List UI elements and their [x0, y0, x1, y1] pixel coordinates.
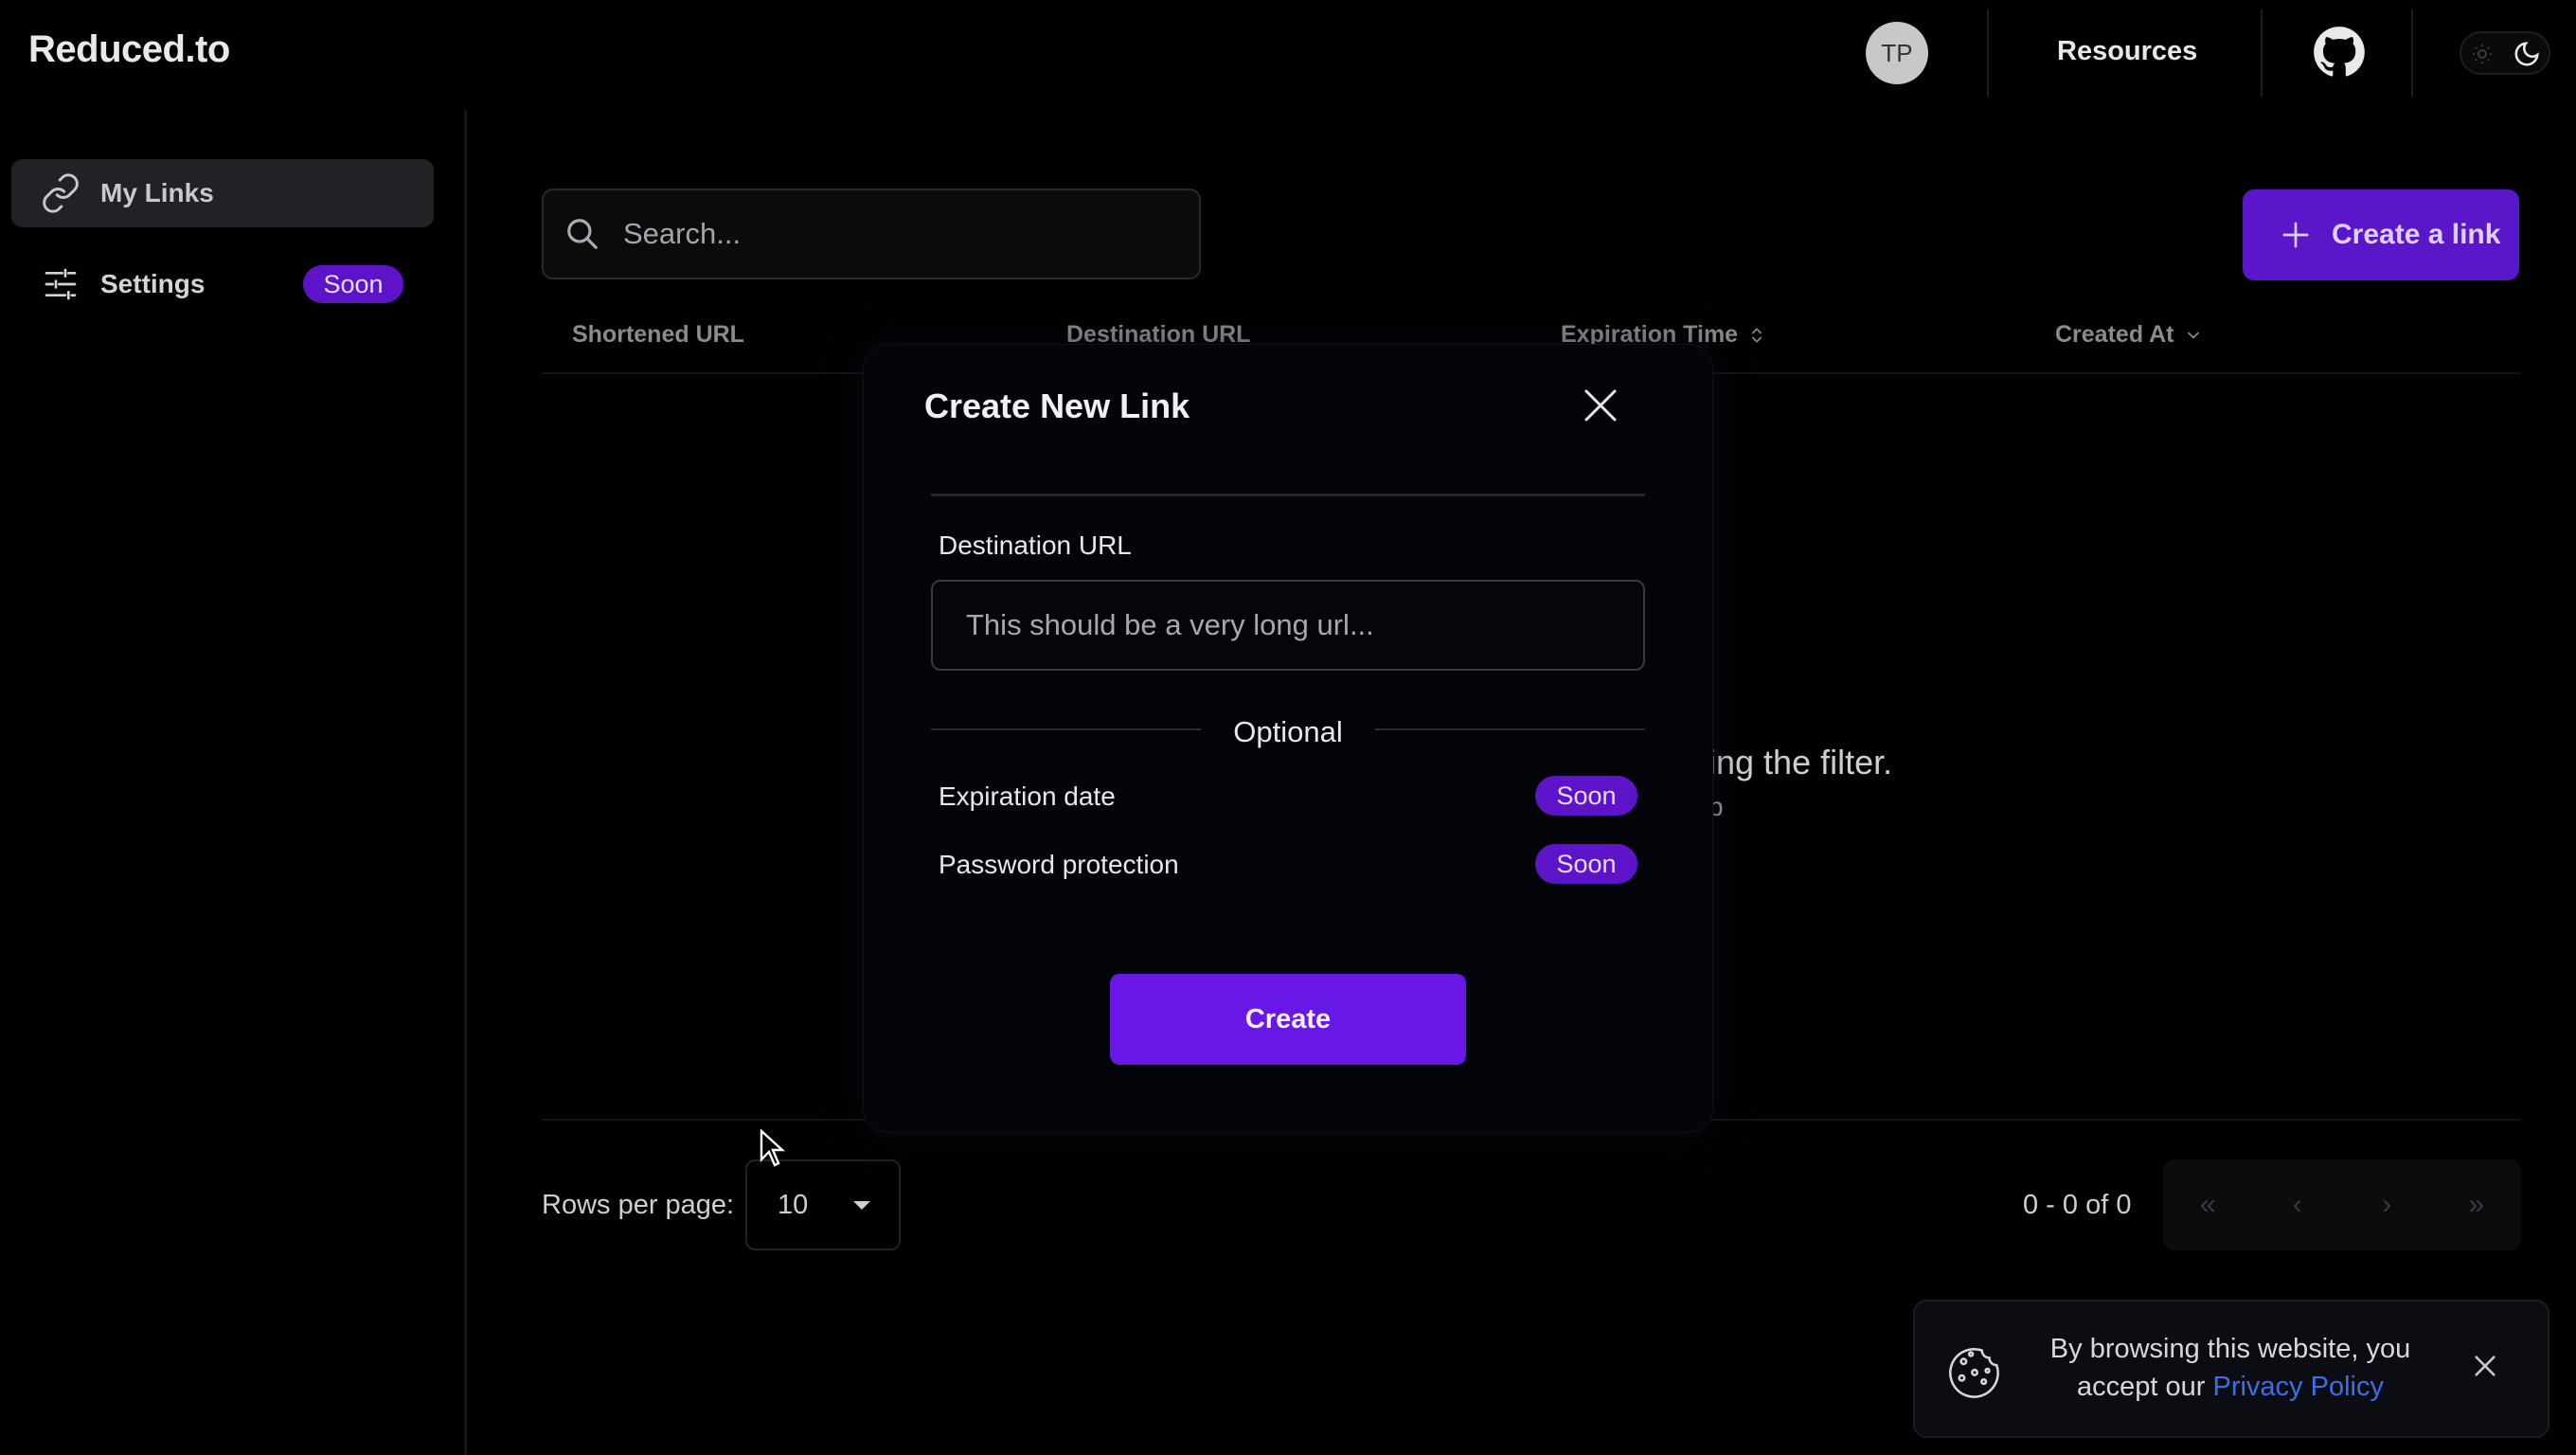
sliders-icon — [45, 268, 77, 300]
user-avatar[interactable]: TP — [1866, 22, 1928, 84]
moon-icon — [2514, 42, 2539, 66]
first-page-button[interactable]: « — [2163, 1159, 2253, 1250]
create-link-button[interactable]: Create a link — [2243, 189, 2519, 280]
sort-icon — [1752, 327, 1762, 343]
optional-divider-left — [931, 728, 1201, 730]
theme-toggle[interactable] — [2460, 31, 2550, 75]
create-link-label: Create a link — [2332, 219, 2501, 250]
optional-divider-right — [1375, 728, 1645, 730]
column-header-shortened-url[interactable]: Shortened URL — [572, 321, 744, 349]
link-icon — [43, 173, 79, 213]
sidebar-item-label: My Links — [100, 178, 214, 207]
resources-link[interactable]: Resources — [2057, 36, 2197, 67]
empty-state-text: ing the filter. — [1708, 743, 1893, 781]
previous-page-button[interactable]: ‹ — [2253, 1159, 2343, 1250]
github-icon[interactable] — [2313, 26, 2366, 79]
brand-logo[interactable]: Reduced.to — [28, 28, 230, 71]
plus-icon — [2282, 222, 2309, 248]
header-divider — [2261, 9, 2263, 97]
last-page-button[interactable]: » — [2432, 1159, 2522, 1250]
sidebar-item-my-links[interactable]: My Links — [11, 159, 434, 227]
close-icon[interactable] — [2472, 1353, 2498, 1379]
soon-badge: Soon — [303, 265, 403, 303]
next-page-button[interactable]: › — [2342, 1159, 2432, 1250]
destination-url-input[interactable] — [964, 607, 1612, 643]
page-range-text: 0 - 0 of 0 — [2023, 1190, 2132, 1220]
search-box[interactable] — [542, 189, 1201, 279]
cookie-message-line1: By browsing this website, you — [2049, 1334, 2411, 1364]
destination-url-label: Destination URL — [939, 530, 1132, 560]
password-protection-label: Password protection — [939, 850, 1179, 879]
sun-icon — [2473, 45, 2492, 63]
column-header-created-at[interactable]: Created At — [2055, 321, 2203, 349]
privacy-policy-link[interactable]: Privacy Policy — [2212, 1372, 2384, 1402]
soon-badge: Soon — [1535, 776, 1637, 816]
soon-badge: Soon — [1535, 844, 1637, 884]
rows-per-page-select[interactable]: 10 — [745, 1159, 901, 1250]
column-header-label: Created At — [2055, 321, 2174, 348]
cookie-message-line2: accept our — [2077, 1372, 2213, 1402]
search-input[interactable] — [621, 216, 1155, 252]
close-icon[interactable] — [1582, 386, 1619, 424]
expiration-date-label: Expiration date — [939, 781, 1116, 811]
sidebar-item-settings[interactable]: Settings Soon — [11, 250, 434, 318]
optional-section-label: Optional — [1233, 715, 1343, 748]
header-divider — [2411, 9, 2413, 97]
create-button[interactable]: Create — [1110, 974, 1466, 1065]
modal-title: Create New Link — [924, 386, 1190, 425]
search-icon — [567, 219, 598, 249]
cookie-icon — [1949, 1347, 1999, 1398]
modal-divider — [931, 494, 1645, 496]
sidebar-divider — [464, 110, 467, 1455]
rows-per-page-label: Rows per page: — [542, 1190, 735, 1220]
destination-url-field[interactable] — [931, 580, 1645, 671]
header-divider — [1987, 9, 1989, 97]
column-header-label: Shortened URL — [572, 321, 744, 348]
mouse-cursor-icon — [760, 1129, 786, 1167]
caret-down-icon — [853, 1200, 870, 1210]
sidebar-item-label: Settings — [100, 269, 206, 298]
pagination-controls: « ‹ › » — [2163, 1159, 2521, 1250]
rows-per-page-value: 10 — [778, 1189, 809, 1220]
chevron-down-icon — [2187, 332, 2199, 339]
cookie-message: By browsing this website, you accept our… — [2017, 1330, 2443, 1406]
